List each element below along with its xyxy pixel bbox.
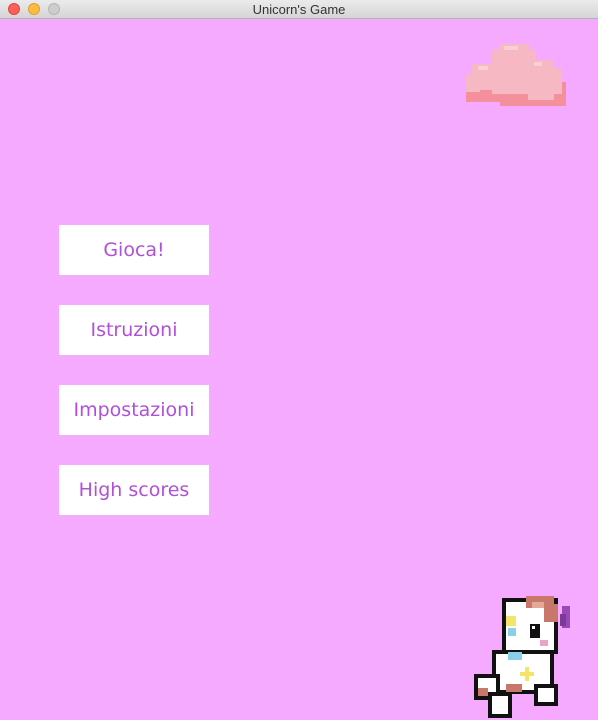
game-window: Unicorn's Game Gioca! Istruzioni Imposta… (0, 0, 598, 720)
window-title: Unicorn's Game (252, 2, 346, 17)
instructions-button[interactable]: Istruzioni (59, 305, 209, 355)
title-bar: Unicorn's Game (0, 0, 598, 19)
high-scores-button[interactable]: High scores (59, 465, 209, 515)
cloud-icon (466, 44, 566, 106)
unicorn-sprite (474, 596, 570, 718)
settings-button[interactable]: Impostazioni (59, 385, 209, 435)
play-button[interactable]: Gioca! (59, 225, 209, 275)
